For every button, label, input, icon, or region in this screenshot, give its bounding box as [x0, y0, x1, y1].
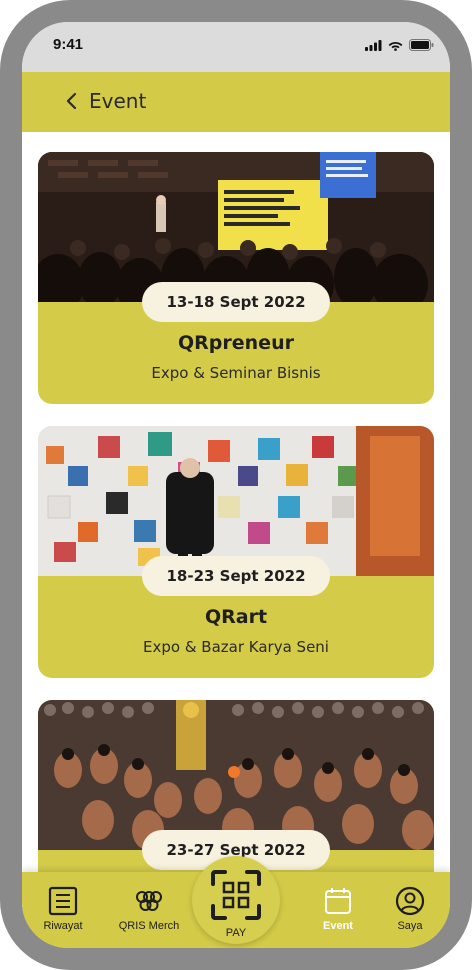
phone-frame: 9:41 Event 13-18 Sept 2022 QRpreneur Exp… [0, 0, 472, 970]
pay-button[interactable]: PAY [192, 856, 280, 944]
tab-label: Riwayat [43, 920, 83, 932]
qr-scan-icon [211, 870, 261, 920]
screen: 9:41 Event 13-18 Sept 2022 QRpreneur Exp… [22, 22, 450, 948]
tab-label: QRIS Merch [118, 920, 180, 932]
merch-rings-icon [136, 891, 162, 911]
tab-event[interactable]: Event [320, 886, 356, 932]
back-button[interactable] [64, 89, 80, 113]
event-subtitle: Expo & Seminar Bisnis [151, 364, 321, 382]
tab-riwayat[interactable]: Riwayat [40, 886, 86, 932]
chevron-left-icon [66, 92, 77, 110]
event-list[interactable]: 13-18 Sept 2022 QRpreneur Expo & Seminar… [22, 132, 450, 872]
tab-saya[interactable]: Saya [394, 886, 426, 932]
tab-qris-merch[interactable]: QRIS Merch [116, 886, 182, 932]
signal-icon [365, 39, 382, 51]
receipt-icon [48, 886, 78, 916]
status-bar: 9:41 [22, 22, 450, 72]
event-date-badge: 13-18 Sept 2022 [142, 282, 330, 322]
page-title: Event [89, 89, 147, 113]
pay-label: PAY [225, 927, 247, 939]
event-card[interactable]: 23-27 Sept 2022 [38, 700, 434, 872]
event-card[interactable]: 13-18 Sept 2022 QRpreneur Expo & Seminar… [38, 152, 434, 404]
tab-label: Saya [397, 920, 423, 932]
calendar-icon [325, 888, 351, 914]
battery-icon [409, 39, 434, 51]
event-image-seminar [38, 152, 434, 302]
tab-label: Event [323, 920, 353, 932]
event-date-badge: 18-23 Sept 2022 [142, 556, 330, 596]
event-subtitle: Expo & Bazar Karya Seni [143, 638, 329, 656]
wifi-icon [388, 41, 403, 51]
event-image-dance [38, 700, 434, 850]
app-header: Event [22, 72, 450, 132]
status-icons [365, 38, 434, 52]
event-title: QRpreneur [178, 332, 294, 354]
profile-icon [395, 886, 425, 916]
event-card[interactable]: 18-23 Sept 2022 QRart Expo & Bazar Karya… [38, 426, 434, 678]
event-image-art [38, 426, 434, 576]
event-title: QRart [204, 606, 268, 628]
status-time: 9:41 [53, 36, 84, 53]
